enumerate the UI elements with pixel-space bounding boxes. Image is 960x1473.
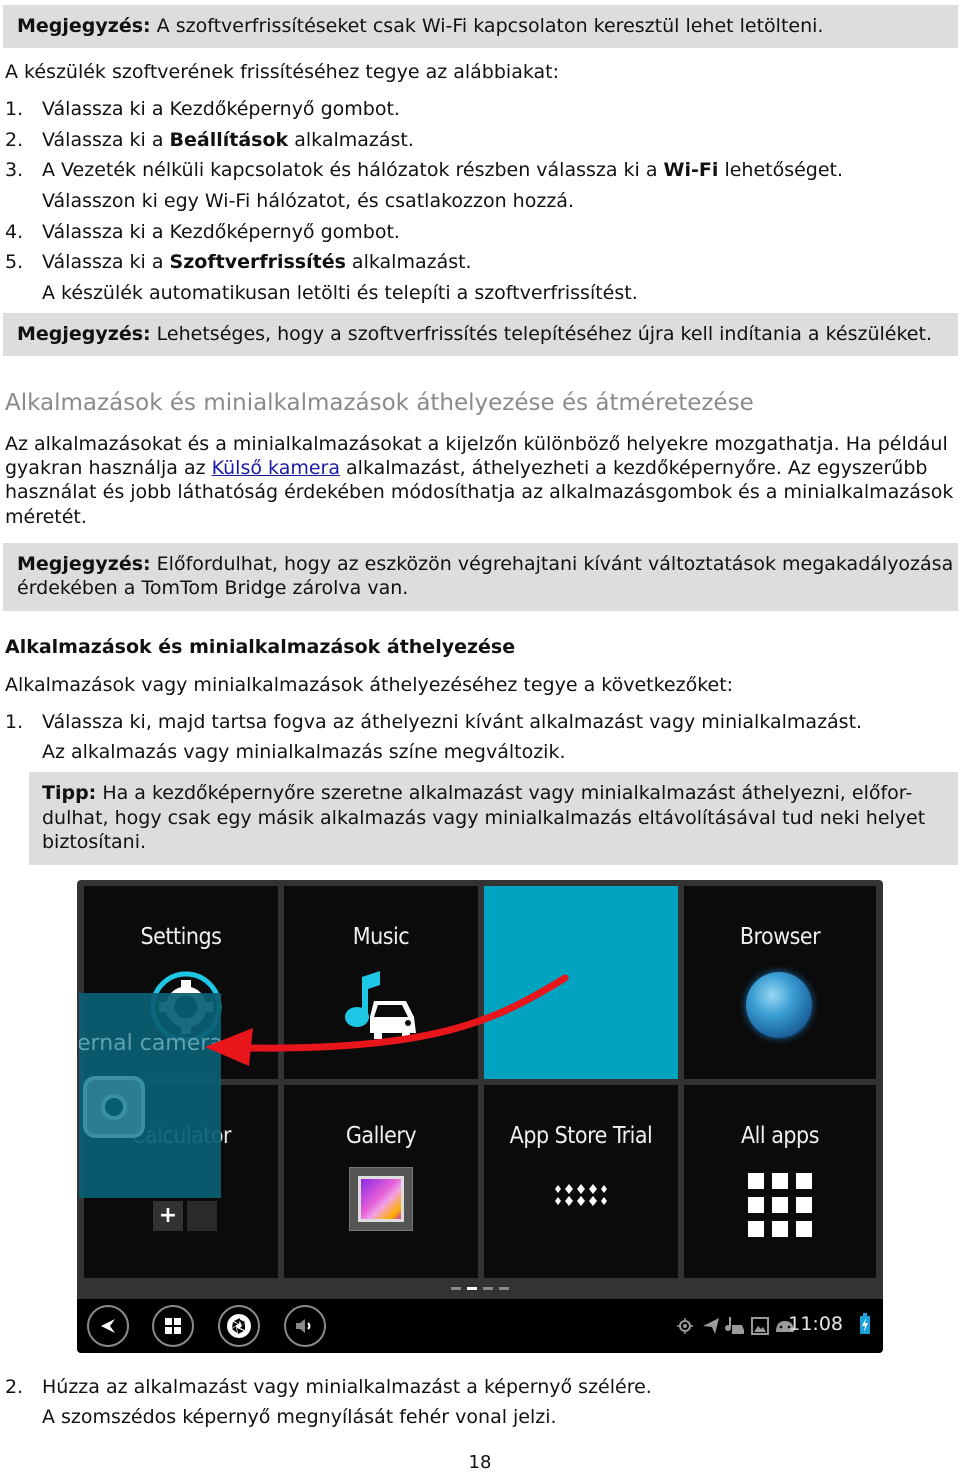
note-label: Megjegyzés:	[17, 15, 151, 37]
list-item-detail: Az alkalmazás vagy minialkalmazás színe …	[42, 741, 566, 763]
image-icon	[751, 1317, 769, 1335]
system-navbar: 11:08	[77, 1299, 883, 1353]
note-text: Előfordulhat, hogy az eszközön végrehajt…	[150, 553, 954, 575]
camera-shutter-icon	[227, 1314, 251, 1338]
list-item: 3. A Vezeték nélküli kapcsolatok és háló…	[5, 159, 844, 181]
list-item: 4. Válassza ki a Kezdőképernyő gombot.	[5, 221, 400, 243]
list-item: 2. Húzza az alkalmazást vagy minialkalma…	[5, 1376, 652, 1398]
page-number: 18	[468, 1452, 492, 1473]
list-item: 5. Válassza ki a Szoftverfrissítés alkal…	[5, 251, 472, 273]
navigation-arrow-icon	[703, 1318, 719, 1334]
camera-button[interactable]	[218, 1305, 260, 1347]
volume-button[interactable]	[284, 1305, 326, 1347]
external-camera-link[interactable]: Külső kamera	[212, 457, 340, 479]
location-target-icon	[677, 1318, 693, 1334]
status-clock: 11:08	[788, 1313, 843, 1335]
tip-box: Tipp: Ha a kezdőképernyőre szeretne alka…	[29, 772, 958, 865]
back-button[interactable]	[87, 1305, 129, 1347]
battery-charging-icon	[860, 1313, 870, 1334]
note-box-locked: Megjegyzés: Előfordulhat, hogy az eszköz…	[3, 543, 958, 611]
home-grid-icon	[165, 1318, 181, 1334]
paragraph-line: gyakran használja az Külső kamera alkalm…	[5, 457, 928, 479]
section-title: Alkalmazások és minialkalmazások áthelye…	[5, 390, 754, 416]
drag-direction-arrow	[205, 974, 569, 1066]
list-item-detail: A készülék automatikusan letölti és tele…	[42, 282, 638, 304]
paragraph-line: méretét.	[5, 506, 87, 528]
list-item: 2. Válassza ki a Beállítások alkalmazást…	[5, 129, 414, 151]
note-label: Megjegyzés:	[17, 553, 151, 575]
paragraph-line: Az alkalmazásokat és a minialkalmazásoka…	[5, 433, 948, 455]
volume-icon	[296, 1319, 311, 1333]
note-box-restart: Megjegyzés: Lehetséges, hogy a szoftverf…	[3, 313, 958, 356]
subsection-title: Alkalmazások és minialkalmazások áthelye…	[5, 636, 516, 658]
tip-label: Tipp:	[42, 782, 97, 804]
update-intro: A készülék szoftverének frissítéséhez te…	[5, 61, 559, 83]
note-box-wifi: Megjegyzés: A szoftverfrissítéseket csak…	[3, 5, 958, 48]
note-text: A szoftverfrissítéseket csak Wi-Fi kapcs…	[150, 15, 824, 37]
subsection-intro: Alkalmazások vagy minialkalmazások áthel…	[5, 674, 734, 696]
back-icon	[101, 1319, 115, 1333]
paragraph-line: használat és jobb láthatóság érdekében m…	[5, 481, 954, 503]
list-item-detail: A szomszédos képernyő megnyílását fehér …	[42, 1406, 557, 1428]
music-car-status-icon	[725, 1317, 744, 1334]
note-text: Lehetséges, hogy a szoftverfrissítés tel…	[150, 323, 932, 345]
device-screenshot: Settings Music Browser Calculator + Gall…	[77, 880, 883, 1353]
list-item-detail: Válasszon ki egy Wi-Fi hálózatot, és csa…	[42, 190, 574, 212]
note-label: Megjegyzés:	[17, 323, 151, 345]
home-button[interactable]	[152, 1305, 194, 1347]
list-item: 1. Válassza ki, majd tartsa fogva az áth…	[5, 711, 863, 733]
list-item: 1. Válassza ki a Kezdőképernyő gombot.	[5, 98, 400, 120]
